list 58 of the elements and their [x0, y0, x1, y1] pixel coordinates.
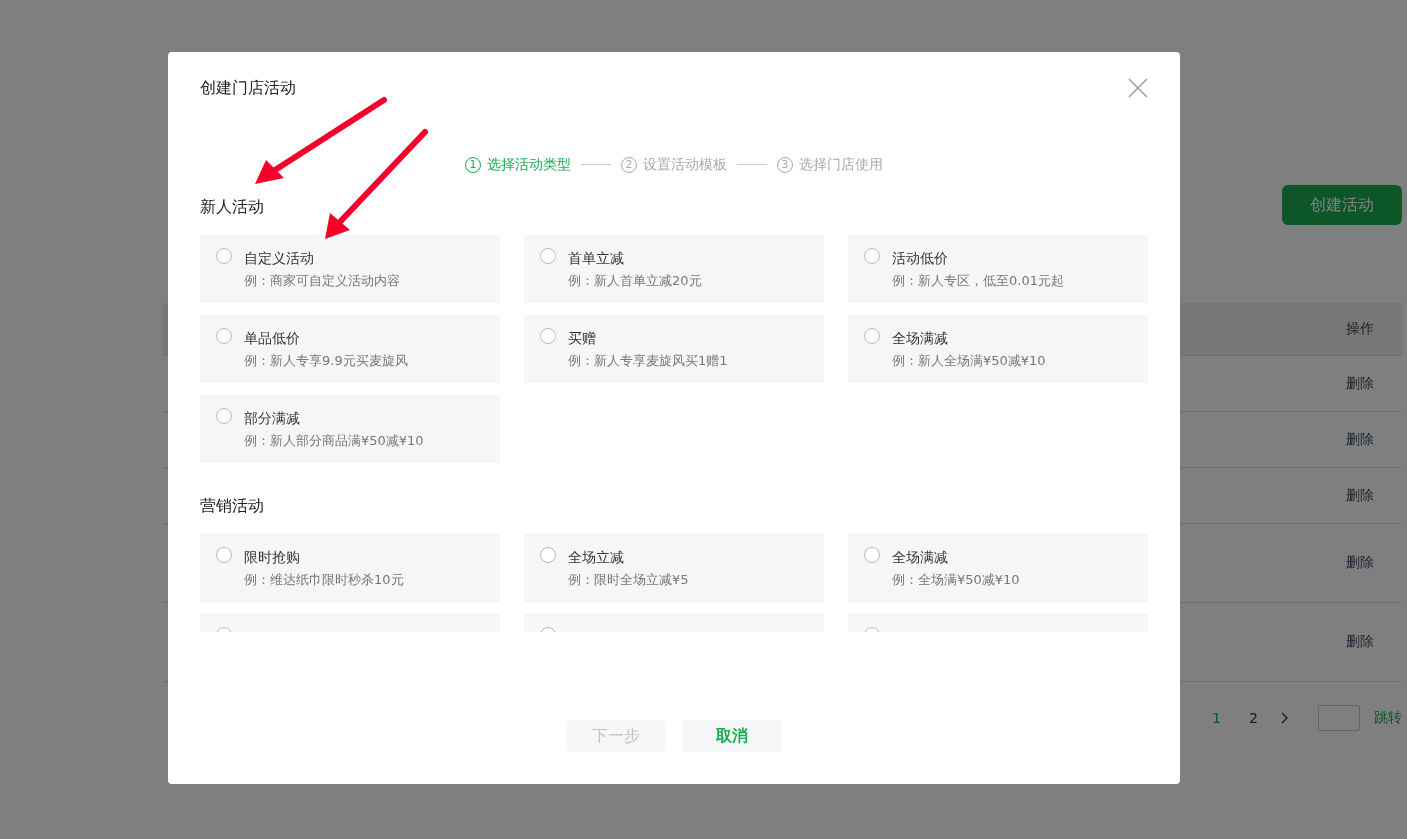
section-title: 新人活动	[200, 196, 265, 217]
activity-option[interactable]: 买赠 例：新人专享麦旋风买1赠1	[524, 314, 824, 383]
activity-option[interactable]: 自定义活动 例：商家可自定义活动内容	[200, 234, 500, 303]
radio-button[interactable]	[540, 247, 556, 264]
option-example: 例：新人专享9.9元买麦旋风	[244, 351, 408, 370]
option-title: 限时抢购	[244, 547, 301, 567]
option-title: 单品低价	[244, 328, 301, 348]
radio-button[interactable]	[540, 546, 556, 563]
option-title: 活动低价	[892, 248, 949, 268]
column-header: 操作	[1346, 320, 1374, 338]
activity-option[interactable]: 全场满减 例：新人全场满¥50减¥10	[848, 314, 1148, 383]
page-input[interactable]	[1318, 705, 1360, 731]
option-title: 部分满减	[244, 408, 301, 428]
close-icon[interactable]	[1128, 78, 1148, 98]
jump-link[interactable]: 跳转	[1374, 709, 1402, 727]
activity-option[interactable]: 全场满减 例：全场满¥50减¥10	[848, 533, 1148, 602]
option-title: 首单立减	[568, 248, 625, 268]
page-number[interactable]: 2	[1235, 710, 1272, 726]
radio-button[interactable]	[216, 407, 232, 424]
cancel-button[interactable]: 取消	[682, 720, 782, 752]
radio-button[interactable]	[216, 327, 232, 344]
radio-button[interactable]	[540, 327, 556, 344]
delete-link[interactable]: 删除	[1346, 374, 1374, 393]
step-label: 设置活动模板	[643, 155, 727, 174]
option-example: 例：商家可自定义活动内容	[244, 271, 400, 290]
delete-link[interactable]: 删除	[1346, 486, 1374, 505]
option-title: 全场满减	[892, 328, 949, 348]
option-example: 例：新人部分商品满¥50减¥10	[244, 431, 424, 450]
dialog-title: 创建门店活动	[200, 78, 296, 98]
radio-button[interactable]	[216, 247, 232, 264]
option-title: 买赠	[568, 328, 597, 348]
section-title: 营销活动	[200, 495, 265, 516]
option-example: 例：新人专享麦旋风买1赠1	[568, 351, 728, 370]
step-label: 选择活动类型	[487, 155, 571, 174]
option-title: 自定义活动	[244, 248, 315, 268]
activity-option[interactable]: 活动低价 例：新人专区，低至0.01元起	[848, 234, 1148, 303]
activity-option[interactable]: 全场立减 例：限时全场立减¥5	[524, 533, 824, 602]
option-title: 全场满减	[892, 547, 949, 567]
radio-button[interactable]	[864, 546, 880, 563]
step-label: 选择门店使用	[799, 155, 883, 174]
option-example: 例：维达纸巾限时秒杀10元	[244, 570, 404, 589]
option-example: 例：限时全场立减¥5	[568, 570, 689, 589]
radio-button[interactable]	[864, 247, 880, 264]
radio-button[interactable]	[216, 546, 232, 563]
option-example: 例：新人专区，低至0.01元起	[892, 271, 1064, 290]
option-title: 全场立减	[568, 547, 625, 567]
activity-option[interactable]: 部分满减 例：新人部分商品满¥50减¥10	[200, 394, 500, 463]
activity-option[interactable]: 单品低价 例：新人专享9.9元买麦旋风	[200, 314, 500, 383]
delete-link[interactable]: 删除	[1346, 633, 1374, 651]
delete-link[interactable]: 删除	[1346, 430, 1374, 449]
activity-option[interactable]: 限时抢购 例：维达纸巾限时秒杀10元	[200, 533, 500, 602]
option-example: 例：新人首单立减20元	[568, 271, 702, 290]
option-example: 例：新人全场满¥50减¥10	[892, 351, 1046, 370]
delete-link[interactable]: 删除	[1346, 554, 1374, 572]
option-example: 例：全场满¥50减¥10	[892, 570, 1020, 589]
create-button[interactable]: 创建活动	[1282, 185, 1402, 225]
activity-option[interactable]: 首单立减 例：新人首单立减20元	[524, 234, 824, 303]
radio-button[interactable]	[864, 327, 880, 344]
